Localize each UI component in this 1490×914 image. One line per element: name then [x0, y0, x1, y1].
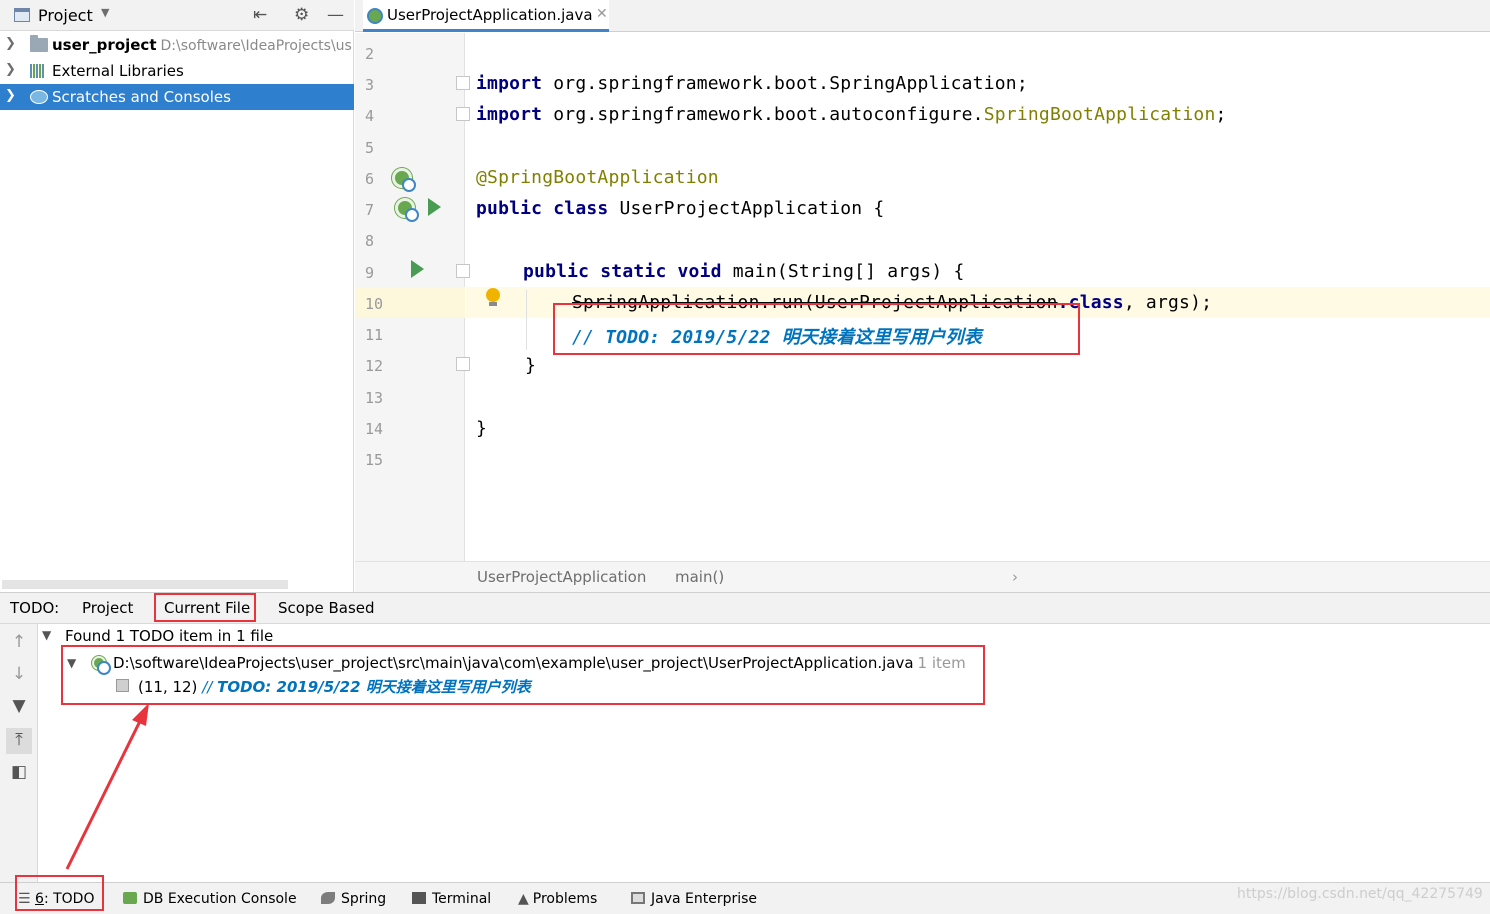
- project-view-selector[interactable]: Project: [38, 6, 93, 25]
- todo-result-highlight-box: [61, 645, 985, 705]
- spring-icon: [321, 892, 335, 904]
- line-number: 3: [365, 76, 375, 94]
- line-number: 2: [365, 45, 375, 63]
- tab-project[interactable]: Project: [82, 599, 133, 617]
- tree-item-scratches[interactable]: ❯ Scratches and Consoles: [0, 84, 354, 110]
- run-icon[interactable]: [411, 260, 424, 278]
- line-number: 12: [365, 357, 384, 375]
- line-number: 5: [365, 139, 375, 157]
- tree-item-label: Scratches and Consoles: [52, 88, 231, 106]
- run-icon[interactable]: [428, 198, 441, 216]
- current-file-highlight-box: [154, 593, 256, 622]
- todo-toolbar: ↑ ↓ ▼ ⤒ ◧: [0, 624, 38, 882]
- editor-tab-label: UserProjectApplication.java: [387, 6, 593, 24]
- java-enterprise-icon: [631, 892, 645, 904]
- line-number: 8: [365, 232, 375, 250]
- tree-item-user-project[interactable]: ❯ user_project D:\software\IdeaProjects\u…: [0, 32, 354, 58]
- tool-db-console-button[interactable]: DB Execution Console: [123, 891, 297, 907]
- spring-bean-icon[interactable]: [392, 168, 416, 192]
- spring-class-icon: [367, 8, 383, 24]
- scratches-icon: [30, 90, 48, 104]
- breadcrumb-class[interactable]: UserProjectApplication: [477, 568, 646, 586]
- next-todo-icon[interactable]: ↓: [9, 664, 29, 684]
- todo-code-highlight-box: [553, 303, 1080, 355]
- line-number: 11: [365, 326, 384, 344]
- breadcrumb-method[interactable]: main(): [675, 568, 724, 586]
- autoscroll-icon[interactable]: ⤒: [6, 728, 32, 754]
- code-line-9: public static void main(String[] args) {: [523, 261, 965, 282]
- tool-terminal-button[interactable]: Terminal: [412, 891, 491, 907]
- previous-todo-icon[interactable]: ↑: [9, 632, 29, 652]
- fold-marker-icon[interactable]: [456, 107, 470, 121]
- watermark: https://blog.csdn.net/qq_42275749: [1237, 886, 1483, 902]
- code-line-6: @SpringBootApplication: [476, 167, 719, 188]
- chevron-right-icon: ›: [1012, 568, 1018, 586]
- tool-java-enterprise-button[interactable]: Java Enterprise: [631, 891, 757, 907]
- filter-icon[interactable]: ▼: [9, 696, 29, 716]
- line-number: 9: [365, 264, 375, 282]
- close-icon[interactable]: ✕: [596, 6, 608, 22]
- todo-tool-highlight-box: [15, 875, 104, 911]
- code-line-4: import org.springframework.boot.autoconf…: [476, 104, 1227, 125]
- lightbulb-icon[interactable]: [486, 288, 500, 306]
- line-number: 15: [365, 451, 384, 469]
- fold-marker-icon[interactable]: [456, 264, 470, 278]
- hide-panel-icon[interactable]: —: [327, 5, 344, 25]
- project-panel: Project ▼ ⇤ ⚙ — ❯ user_project D:\softwar…: [0, 0, 354, 592]
- line-number: 14: [365, 420, 384, 438]
- line-number: 4: [365, 107, 375, 125]
- spring-boot-app-icon[interactable]: [395, 198, 419, 222]
- tool-spring-button[interactable]: Spring: [321, 891, 386, 907]
- collapse-all-icon[interactable]: ⇤: [253, 5, 267, 25]
- line-number: 10: [365, 295, 384, 313]
- indent-guide: [526, 290, 527, 350]
- gear-icon[interactable]: ⚙: [294, 5, 309, 25]
- tree-item-label: user_project: [52, 36, 157, 54]
- code-line-3: import org.springframework.boot.SpringAp…: [476, 73, 1028, 94]
- line-number: 7: [365, 201, 375, 219]
- editor-tab[interactable]: UserProjectApplication.java ✕: [363, 0, 609, 32]
- fold-marker-icon[interactable]: [456, 76, 470, 90]
- project-panel-header: Project ▼ ⇤ ⚙ —: [0, 0, 354, 31]
- code-line-14: }: [476, 418, 488, 439]
- code-line-7: public class UserProjectApplication {: [476, 198, 885, 219]
- tree-item-external-libraries[interactable]: ❯ External Libraries: [0, 58, 354, 84]
- module-folder-icon: [30, 35, 48, 52]
- chevron-right-icon[interactable]: ❯: [5, 36, 16, 51]
- terminal-icon: [412, 892, 426, 904]
- horizontal-scrollbar[interactable]: [2, 580, 288, 589]
- breadcrumb: UserProjectApplication › main(): [355, 561, 1490, 592]
- tree-item-label: External Libraries: [52, 62, 184, 80]
- chevron-right-icon[interactable]: ❯: [5, 88, 16, 103]
- editor-tab-bar: UserProjectApplication.java ✕: [355, 0, 1490, 32]
- chevron-right-icon[interactable]: ❯: [5, 62, 16, 77]
- line-number: 6: [365, 170, 375, 188]
- chevron-down-icon[interactable]: ▼: [101, 6, 109, 19]
- code-line-12: }: [525, 355, 537, 376]
- project-view-icon: [14, 8, 30, 22]
- tree-item-path: D:\software\IdeaProjects\us: [160, 38, 352, 54]
- chevron-down-icon[interactable]: ▼: [42, 628, 51, 642]
- fold-marker-icon[interactable]: [456, 357, 470, 371]
- todo-summary: Found 1 TODO item in 1 file: [65, 627, 274, 645]
- tab-scope-based[interactable]: Scope Based: [278, 599, 375, 617]
- line-number: 13: [365, 389, 384, 407]
- tool-problems-button[interactable]: ▲ Problems: [518, 891, 597, 907]
- libraries-icon: [30, 64, 48, 78]
- db-console-icon: [123, 892, 137, 904]
- preview-icon[interactable]: ◧: [9, 762, 29, 782]
- todo-panel-title: TODO:: [10, 599, 60, 617]
- warning-icon: ▲: [518, 891, 529, 907]
